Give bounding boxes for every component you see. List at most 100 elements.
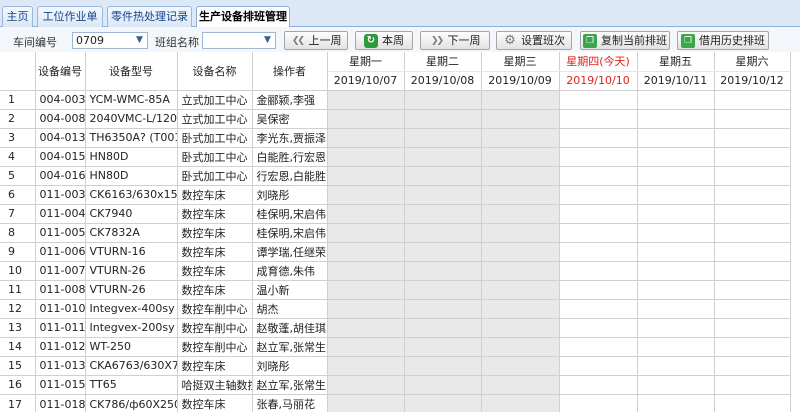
table-row[interactable]: 15011-013CKA6763/630X750数控车床刘晓彤 [0, 356, 791, 376]
col-equip-no-header[interactable]: 设备编号 [35, 52, 86, 91]
schedule-cell[interactable] [714, 128, 791, 148]
schedule-cell[interactable] [559, 204, 638, 224]
cell-model[interactable]: VTURN-16 [85, 242, 178, 262]
col-name-header[interactable]: 设备名称 [177, 52, 253, 91]
schedule-cell[interactable] [404, 185, 482, 205]
cell-equip-no[interactable]: 011-006 [35, 242, 86, 262]
tab-equipment-scheduling[interactable]: 生产设备排班管理 [196, 6, 290, 28]
cell-equip-no[interactable]: 011-012 [35, 337, 86, 357]
schedule-cell[interactable] [714, 166, 791, 186]
row-number[interactable]: 15 [0, 356, 36, 376]
schedule-cell[interactable] [559, 109, 638, 129]
cell-equip-no[interactable]: 011-011 [35, 318, 86, 338]
schedule-cell[interactable] [481, 166, 560, 186]
schedule-cell[interactable] [481, 299, 560, 319]
schedule-cell[interactable] [714, 185, 791, 205]
schedule-cell[interactable] [637, 147, 715, 167]
schedule-cell[interactable] [481, 204, 560, 224]
row-number[interactable]: 13 [0, 318, 36, 338]
schedule-cell[interactable] [404, 147, 482, 167]
schedule-cell[interactable] [637, 337, 715, 357]
cell-operator[interactable]: 谭学瑞,任继荣… [252, 242, 328, 262]
row-number[interactable]: 1 [0, 90, 36, 110]
schedule-cell[interactable] [559, 318, 638, 338]
schedule-cell[interactable] [404, 375, 482, 395]
this-week-button[interactable]: ↻ 本周 [355, 31, 413, 50]
cell-equip-no[interactable]: 011-013 [35, 356, 86, 376]
table-row[interactable]: 16011-015TT65哈挺双主轴数控车…赵立军,张常生 [0, 375, 791, 395]
shift-settings-button[interactable]: ⚙ 设置班次 [496, 31, 572, 50]
schedule-cell[interactable] [481, 242, 560, 262]
schedule-cell[interactable] [327, 204, 405, 224]
cell-operator[interactable]: 金郦颍,李强 [252, 90, 328, 110]
schedule-cell[interactable] [637, 261, 715, 281]
schedule-cell[interactable] [481, 318, 560, 338]
cell-model[interactable]: TT65 [85, 375, 178, 395]
cell-name[interactable]: 数控车削中心 [177, 299, 253, 319]
schedule-cell[interactable] [327, 166, 405, 186]
schedule-cell[interactable] [714, 242, 791, 262]
cell-equip-no[interactable]: 004-013 [35, 128, 86, 148]
row-number[interactable]: 5 [0, 166, 36, 186]
schedule-cell[interactable] [637, 204, 715, 224]
cell-equip-no[interactable]: 004-015 [35, 147, 86, 167]
schedule-cell[interactable] [559, 280, 638, 300]
schedule-cell[interactable] [637, 90, 715, 110]
schedule-cell[interactable] [404, 223, 482, 243]
row-number[interactable]: 11 [0, 280, 36, 300]
row-number[interactable]: 16 [0, 375, 36, 395]
team-select[interactable]: ▼ [202, 32, 276, 49]
schedule-cell[interactable] [637, 223, 715, 243]
cell-name[interactable]: 数控车床 [177, 185, 253, 205]
table-row[interactable]: 1 004-003 YCM-WMC-85A 立式加工中心 金郦颍,李强 [0, 90, 791, 110]
schedule-cell[interactable] [327, 242, 405, 262]
schedule-cell[interactable] [327, 356, 405, 376]
cell-model[interactable]: Integvex-400sy [85, 299, 178, 319]
cell-model[interactable]: CKA6763/630X750 [85, 356, 178, 376]
schedule-cell[interactable] [327, 318, 405, 338]
schedule-cell[interactable] [327, 185, 405, 205]
schedule-cell[interactable] [559, 337, 638, 357]
schedule-cell[interactable] [714, 356, 791, 376]
table-row[interactable]: 8 011-005 CK7832A 数控车床 桂保明,宋启伟 [0, 223, 791, 243]
cell-name[interactable]: 数控车床 [177, 356, 253, 376]
schedule-cell[interactable] [481, 185, 560, 205]
row-number[interactable]: 2 [0, 109, 36, 129]
schedule-cell[interactable] [404, 356, 482, 376]
col-operator-header[interactable]: 操作者 [252, 52, 328, 91]
cell-operator[interactable]: 张春,马丽花 [252, 394, 328, 412]
cell-operator[interactable]: 胡杰 [252, 299, 328, 319]
cell-equip-no[interactable]: 011-007 [35, 261, 86, 281]
cell-operator[interactable]: 吴保密 [252, 109, 328, 129]
cell-model[interactable]: WT-250 [85, 337, 178, 357]
cell-equip-no[interactable]: 004-003 [35, 90, 86, 110]
schedule-cell[interactable] [559, 394, 638, 412]
schedule-cell[interactable] [481, 375, 560, 395]
row-number[interactable]: 12 [0, 299, 36, 319]
schedule-cell[interactable] [481, 109, 560, 129]
cell-model[interactable]: 2040VMC-L/1200X45 [85, 109, 178, 129]
schedule-cell[interactable] [404, 280, 482, 300]
schedule-cell[interactable] [559, 166, 638, 186]
table-row[interactable]: 9011-006VTURN-16数控车床谭学瑞,任继荣… [0, 242, 791, 262]
schedule-cell[interactable] [637, 109, 715, 129]
table-row[interactable]: 13 011-011 Integvex-200sy 数控车削中心 赵敬蓬,胡佳琪 [0, 318, 791, 338]
history-schedule-button[interactable]: ❐ 借用历史排班 [677, 31, 769, 50]
cell-operator[interactable]: 赵立军,张常生 [252, 337, 328, 357]
schedule-cell[interactable] [714, 147, 791, 167]
prev-week-button[interactable]: ❮❮ 上一周 [284, 31, 348, 50]
cell-equip-no[interactable]: 004-008 [35, 109, 86, 129]
cell-operator[interactable]: 赵敬蓬,胡佳琪 [252, 318, 328, 338]
cell-name[interactable]: 数控车床 [177, 204, 253, 224]
schedule-cell[interactable] [559, 356, 638, 376]
row-number[interactable]: 7 [0, 204, 36, 224]
cell-operator[interactable]: 桂保明,宋启伟 [252, 204, 328, 224]
cell-name[interactable]: 立式加工中心 [177, 109, 253, 129]
schedule-cell[interactable] [714, 375, 791, 395]
cell-equip-no[interactable]: 011-004 [35, 204, 86, 224]
schedule-cell[interactable] [559, 185, 638, 205]
schedule-cell[interactable] [637, 166, 715, 186]
schedule-cell[interactable] [327, 280, 405, 300]
schedule-cell[interactable] [327, 147, 405, 167]
chevron-down-icon[interactable]: ▼ [260, 33, 275, 48]
